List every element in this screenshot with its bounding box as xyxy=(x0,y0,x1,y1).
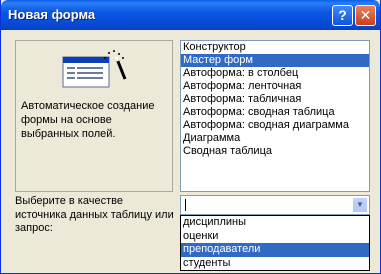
preview-panel: Автоматическое создание формы на основе … xyxy=(15,40,173,192)
close-icon: ✕ xyxy=(359,7,372,23)
window-title: Новая форма xyxy=(8,7,96,22)
source-dropdown-list[interactable]: дисциплины оценки преподаватели студенты xyxy=(180,215,370,271)
text-caret xyxy=(185,199,186,211)
help-icon: ? xyxy=(338,7,347,23)
form-type-item[interactable]: Автоформа: сводная диаграмма xyxy=(181,119,369,132)
source-combobox[interactable]: ▼ xyxy=(180,195,370,215)
title-bar[interactable]: Новая форма ? ✕ xyxy=(1,0,380,30)
form-type-item[interactable]: Автоформа: сводная таблица xyxy=(181,106,369,119)
form-type-item[interactable]: Сводная таблица xyxy=(181,145,369,158)
new-form-dialog: Новая форма ? ✕ Автоматическое создание … xyxy=(0,0,381,274)
close-button[interactable]: ✕ xyxy=(355,5,376,26)
wizard-description: Автоматическое создание формы на основе … xyxy=(21,100,155,140)
form-type-item[interactable]: Автоформа: в столбец xyxy=(181,67,369,80)
form-type-item[interactable]: Автоформа: табличная xyxy=(181,93,369,106)
chevron-down-icon: ▼ xyxy=(356,200,364,209)
form-type-list[interactable]: Конструктор Мастер форм Автоформа: в столб… xyxy=(180,40,370,192)
source-option[interactable]: дисциплины xyxy=(181,216,369,230)
form-type-item[interactable]: Конструктор xyxy=(181,41,369,54)
form-type-item[interactable]: Мастер форм xyxy=(181,54,369,67)
form-type-item[interactable]: Диаграмма xyxy=(181,132,369,145)
source-label: Выберите в качестве источника данных таб… xyxy=(15,195,174,234)
dropdown-button[interactable]: ▼ xyxy=(352,197,368,213)
source-option[interactable]: преподаватели xyxy=(181,243,369,257)
help-button[interactable]: ? xyxy=(332,5,353,26)
form-type-item[interactable]: Автоформа: ленточная xyxy=(181,80,369,93)
source-option[interactable]: оценки xyxy=(181,230,369,244)
form-wizard-icon xyxy=(62,50,127,88)
source-option[interactable]: студенты xyxy=(181,257,369,271)
